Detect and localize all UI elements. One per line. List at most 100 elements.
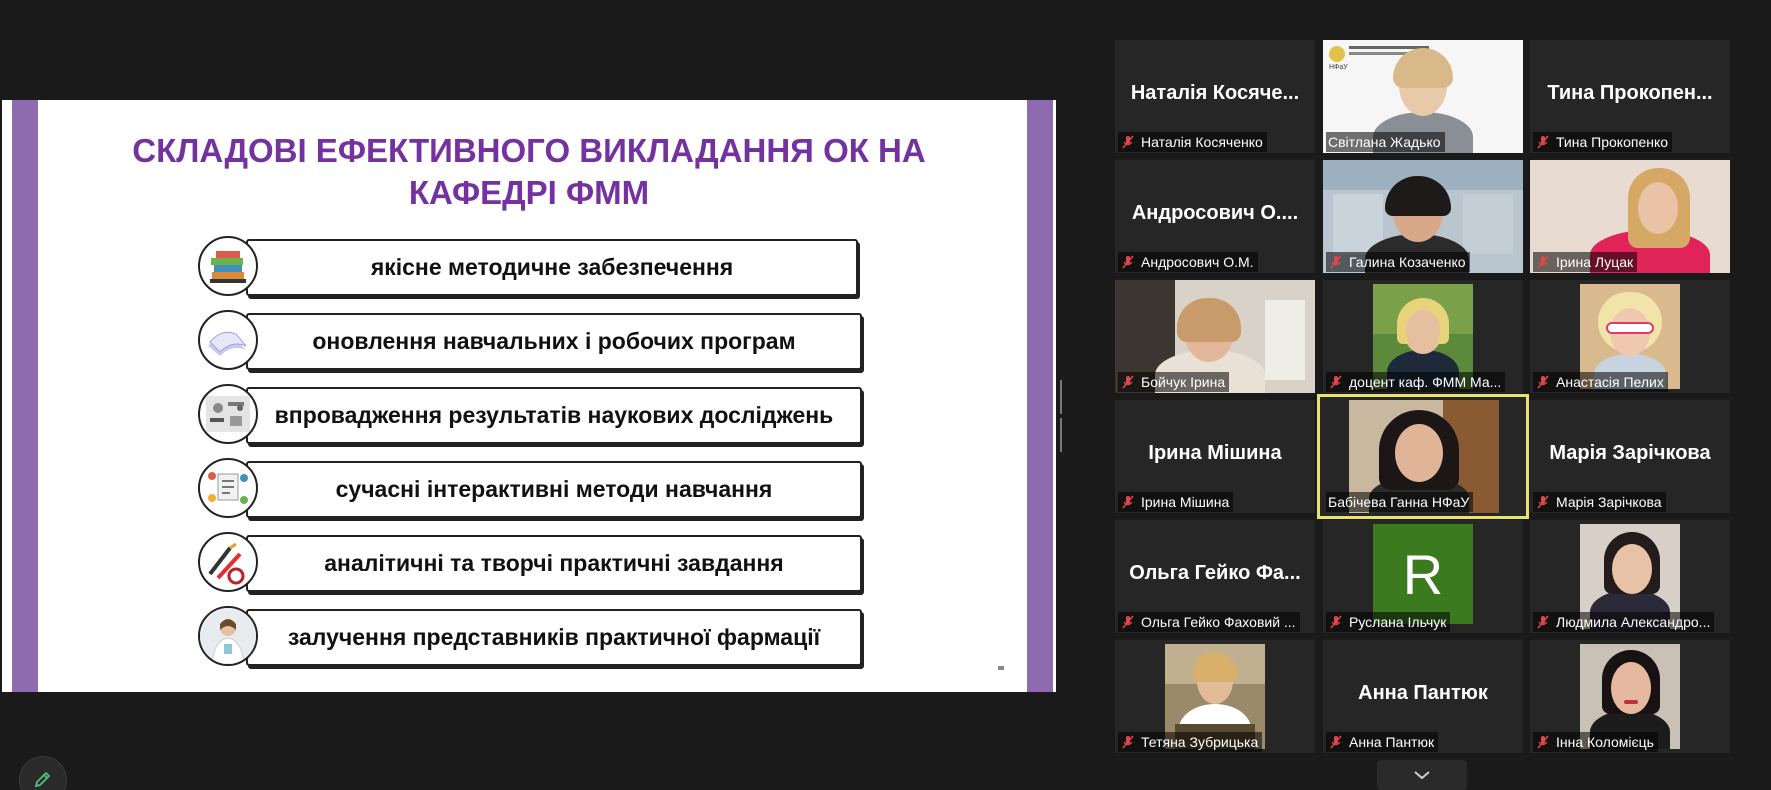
participant-tile[interactable]: Андросович О.... Андросович О.М. xyxy=(1115,160,1315,273)
participant-tile[interactable]: Анастасія Пелих xyxy=(1530,280,1730,393)
participant-name: Інна Коломієць xyxy=(1556,734,1654,750)
pencil-icon[interactable] xyxy=(19,756,67,790)
participant-name: Світлана Жадько xyxy=(1328,134,1441,150)
avatar-initial: R xyxy=(1402,542,1444,606)
slide-item-1: якісне методичне забезпечення xyxy=(198,236,858,296)
participant-tile[interactable]: Людмила Александро... xyxy=(1530,520,1730,633)
drag-handle-icon[interactable] xyxy=(1060,380,1066,452)
slide-item-box: сучасні інтерактивні методи навчання xyxy=(246,461,862,518)
participant-display-name: Ольга Гейко Фа... xyxy=(1129,562,1301,584)
participant-name: Анастасія Пелих xyxy=(1556,374,1664,390)
participant-label: Анна Пантюк xyxy=(1326,732,1439,752)
slide-item-2: оновлення навчальних і робочих програм xyxy=(198,310,862,370)
participant-tile[interactable]: Інна Коломієць xyxy=(1530,640,1730,753)
slide-item-3: впровадження результатів наукових дослід… xyxy=(198,384,862,444)
participant-display-name: Тина Прокопен... xyxy=(1547,82,1713,104)
participant-name: Руслана Ільчук xyxy=(1349,614,1447,630)
participant-display-name: Андросович О.... xyxy=(1131,202,1299,224)
participant-display-name: Ірина Мішина xyxy=(1148,442,1282,464)
participant-label: Ірина Луцак xyxy=(1533,252,1638,272)
mic-muted-icon xyxy=(1537,375,1549,389)
mic-muted-icon xyxy=(1330,375,1342,389)
slide-item-box: якісне методичне забезпечення xyxy=(246,239,858,296)
participant-name: Людмила Александро... xyxy=(1556,614,1711,630)
participant-tile[interactable]: Анна Пантюк Анна Пантюк xyxy=(1323,640,1523,753)
interactive-icon xyxy=(198,458,258,518)
participant-tile[interactable]: Ірина Луцак xyxy=(1530,160,1730,273)
participant-name: Анна Пантюк xyxy=(1349,734,1435,750)
chevron-down-icon[interactable] xyxy=(1377,760,1467,790)
slide-title-line-2: КАФЕДРІ ФММ xyxy=(408,174,650,211)
participant-name: Наталія Косяченко xyxy=(1141,134,1263,150)
slide-item-text: впровадження результатів наукових дослід… xyxy=(274,402,834,428)
slide-title-line-1: СКЛАДОВІ ЕФЕКТИВНОГО ВИКЛАДАННЯ ОК НА xyxy=(132,132,926,169)
video-overlay-text: НФаУ xyxy=(1329,64,1348,71)
participant-name: Бабічева Ганна НФаУ xyxy=(1328,494,1470,510)
slide-right-bar xyxy=(1027,100,1053,692)
participant-name: Андросович О.М. xyxy=(1141,254,1254,270)
mic-muted-icon xyxy=(1330,255,1342,269)
slide-left-bar xyxy=(12,100,38,692)
slide-item-box: залучення представників практичної фарма… xyxy=(246,609,862,666)
participant-label: Світлана Жадько xyxy=(1326,132,1445,152)
slide-item-text: залучення представників практичної фарма… xyxy=(287,624,821,650)
participant-display-name: Наталія Косяче... xyxy=(1130,82,1300,104)
participant-tile[interactable]: Ірина Мішина Ірина Мішина xyxy=(1115,400,1315,513)
participant-name: Ірина Мішина xyxy=(1141,494,1230,510)
slide-item-box: оновлення навчальних і робочих програм xyxy=(246,313,862,370)
participant-tile[interactable]: Ольга Гейко Фа... Ольга Гейко Фаховий ..… xyxy=(1115,520,1315,633)
participant-tile[interactable]: Тина Прокопен... Тина Прокопенко xyxy=(1530,40,1730,153)
logo-icon xyxy=(1329,46,1345,62)
zoom-meeting-window: СКЛАДОВІ ЕФЕКТИВНОГО ВИКЛАДАННЯ ОК НА КА… xyxy=(0,0,1771,790)
participant-tile[interactable]: доцент каф. ФММ Ма... xyxy=(1323,280,1523,393)
participant-name: доцент каф. ФММ Ма... xyxy=(1349,374,1502,390)
research-icon xyxy=(198,384,258,444)
participant-label: Інна Коломієць xyxy=(1533,732,1658,752)
participant-name: Марія Зарічкова xyxy=(1556,494,1662,510)
mic-muted-icon xyxy=(1330,615,1342,629)
participant-name: Бойчук Ірина xyxy=(1141,374,1226,390)
participant-label: Ірина Мішина xyxy=(1118,492,1234,512)
participant-label: Бойчук Ірина xyxy=(1118,372,1230,392)
participant-name: Тина Прокопенко xyxy=(1556,134,1669,150)
books-icon xyxy=(198,236,258,296)
participant-tile[interactable]: Наталія Косяче... Наталія Косяченко xyxy=(1115,40,1315,153)
mic-muted-icon xyxy=(1122,375,1134,389)
pages-icon xyxy=(198,310,258,370)
participant-name: Ольга Гейко Фаховий ... xyxy=(1141,614,1296,630)
mic-muted-icon xyxy=(1537,495,1549,509)
mic-muted-icon xyxy=(1537,615,1549,629)
participant-tile[interactable]: Тетяна Зубрицька xyxy=(1115,640,1315,753)
shared-screen-slide: СКЛАДОВІ ЕФЕКТИВНОГО ВИКЛАДАННЯ ОК НА КА… xyxy=(2,100,1056,692)
participant-label: Галина Козаченко xyxy=(1326,252,1470,272)
slide-item-text: аналітичні та творчі практичні завдання xyxy=(324,550,784,576)
mic-muted-icon xyxy=(1122,495,1134,509)
participant-label: Наталія Косяченко xyxy=(1118,132,1267,152)
participant-tile-active-speaker[interactable]: Бабічева Ганна НФаУ xyxy=(1317,394,1529,519)
tools-icon xyxy=(198,532,258,592)
participant-label: Марія Зарічкова xyxy=(1533,492,1666,512)
slide-item-box: аналітичні та творчі практичні завдання xyxy=(246,535,862,592)
participant-tile[interactable]: Бойчук Ірина xyxy=(1115,280,1315,393)
mic-muted-icon xyxy=(1122,135,1134,149)
participant-label: Людмила Александро... xyxy=(1533,612,1715,632)
avatar: R xyxy=(1373,524,1473,624)
participant-tile[interactable]: Галина Козаченко xyxy=(1323,160,1523,273)
participant-label: Тина Прокопенко xyxy=(1533,132,1673,152)
participant-tile[interactable]: R Руслана Ільчук xyxy=(1323,520,1523,633)
mic-muted-icon xyxy=(1122,255,1134,269)
participant-name: Галина Козаченко xyxy=(1349,254,1466,270)
participant-label: Ольга Гейко Фаховий ... xyxy=(1118,612,1300,632)
slide-item-text: сучасні інтерактивні методи навчання xyxy=(335,476,773,502)
mic-muted-icon xyxy=(1330,735,1342,749)
slide-item-6: залучення представників практичної фарма… xyxy=(198,606,862,666)
slide-title: СКЛАДОВІ ЕФЕКТИВНОГО ВИКЛАДАННЯ ОК НА КА… xyxy=(62,130,996,214)
mic-muted-icon xyxy=(1537,735,1549,749)
slide-item-box: впровадження результатів наукових дослід… xyxy=(246,387,862,444)
mic-muted-icon xyxy=(1122,735,1134,749)
participant-tile[interactable]: НФаУ Світлана Жадько xyxy=(1323,40,1523,153)
slide-item-text: якісне методичне забезпечення xyxy=(370,254,734,280)
participant-tile[interactable]: Марія Зарічкова Марія Зарічкова xyxy=(1530,400,1730,513)
participant-name: Тетяна Зубрицька xyxy=(1141,734,1259,750)
participant-display-name: Анна Пантюк xyxy=(1358,682,1488,704)
